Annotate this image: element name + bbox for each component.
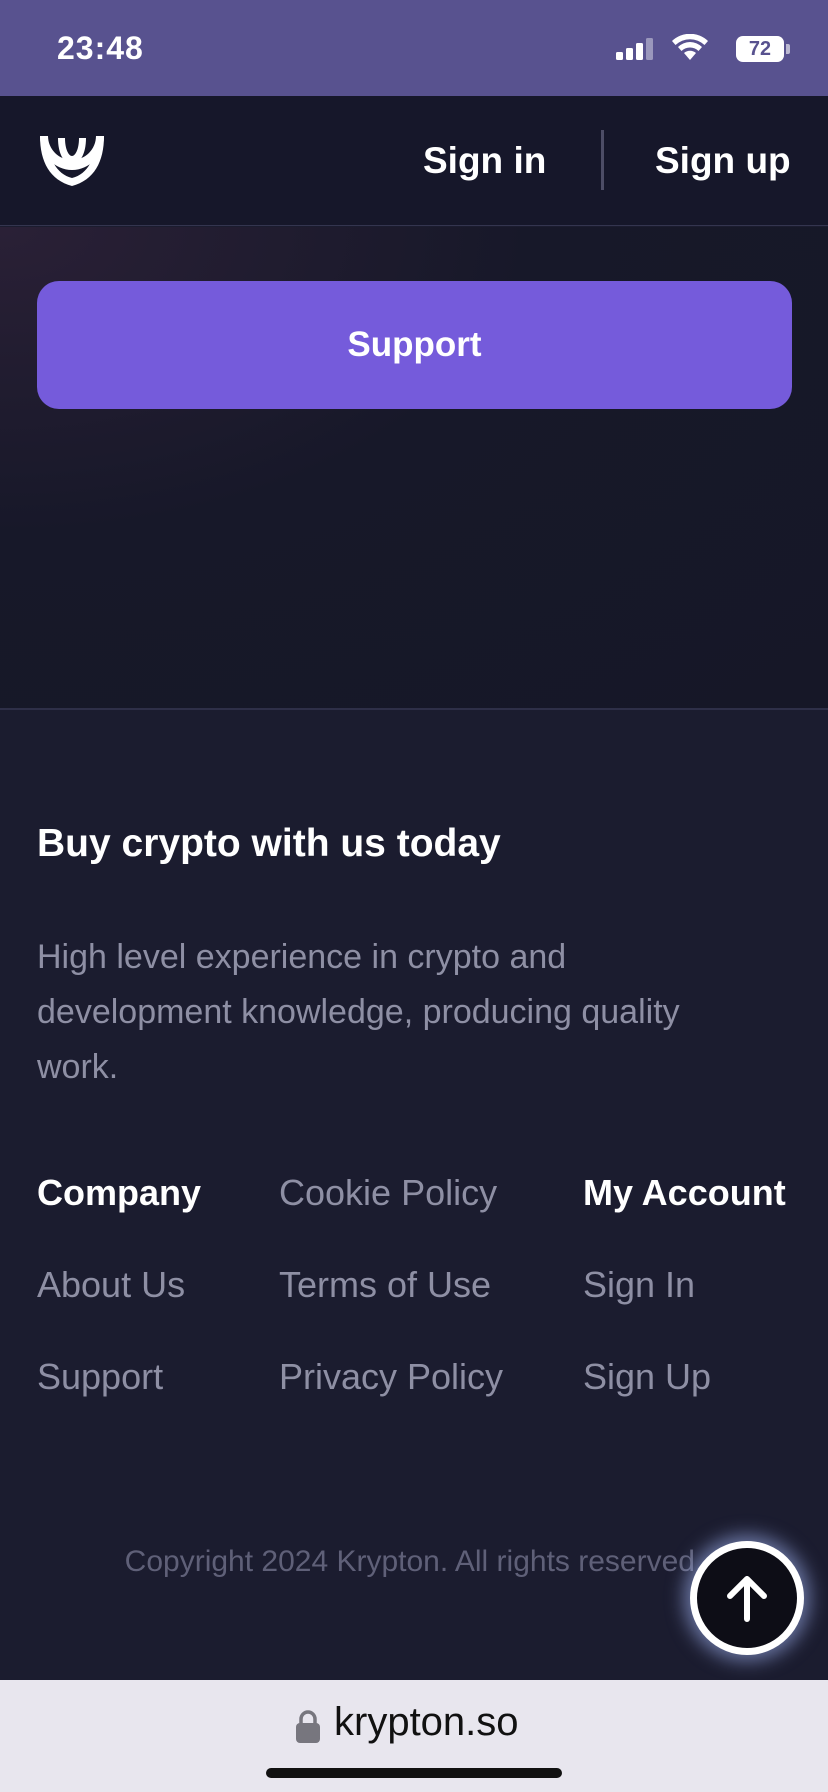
footer-heading-company: Company	[37, 1172, 202, 1213]
hero-section: Support	[0, 227, 828, 710]
wifi-icon	[672, 34, 708, 60]
home-indicator[interactable]	[266, 1768, 562, 1778]
footer-heading-my-account: My Account	[583, 1172, 786, 1213]
url-text[interactable]: krypton.so	[334, 1700, 519, 1745]
footer-link-about-us[interactable]: About Us	[37, 1262, 201, 1354]
browser-url-bar[interactable]: krypton.so	[0, 1680, 828, 1792]
footer-title: Buy crypto with us today	[37, 822, 501, 865]
status-bar: 23:48 72	[0, 0, 828, 96]
footer-link-cookie-policy[interactable]: Cookie Policy	[279, 1170, 503, 1262]
footer-link-sign-up[interactable]: Sign Up	[583, 1354, 786, 1446]
footer-column-policies: Cookie Policy Terms of Use Privacy Polic…	[279, 1170, 503, 1446]
footer-link-privacy-policy[interactable]: Privacy Policy	[279, 1354, 503, 1446]
krypton-logo-icon[interactable]	[36, 132, 108, 190]
status-time: 23:48	[57, 30, 144, 66]
arrow-up-icon	[727, 1576, 767, 1622]
sign-up-link[interactable]: Sign up	[655, 140, 791, 182]
footer-column-my-account: My Account Sign In Sign Up	[583, 1170, 786, 1446]
nav-divider	[601, 130, 604, 190]
site-header: Sign in Sign up	[0, 96, 828, 226]
footer-column-company: Company About Us Support	[37, 1170, 201, 1446]
lock-icon	[296, 1710, 320, 1743]
status-icons: 72	[612, 34, 792, 62]
footer-link-support[interactable]: Support	[37, 1354, 201, 1446]
cellular-signal-icon	[616, 38, 653, 60]
support-button[interactable]: Support	[37, 281, 792, 409]
footer-description: High level experience in crypto and deve…	[37, 938, 680, 1086]
scroll-to-top-button[interactable]	[690, 1541, 804, 1655]
sign-in-link[interactable]: Sign in	[423, 140, 546, 182]
battery-icon: 72	[736, 36, 792, 62]
footer-link-sign-in[interactable]: Sign In	[583, 1262, 786, 1354]
footer-link-terms-of-use[interactable]: Terms of Use	[279, 1262, 503, 1354]
